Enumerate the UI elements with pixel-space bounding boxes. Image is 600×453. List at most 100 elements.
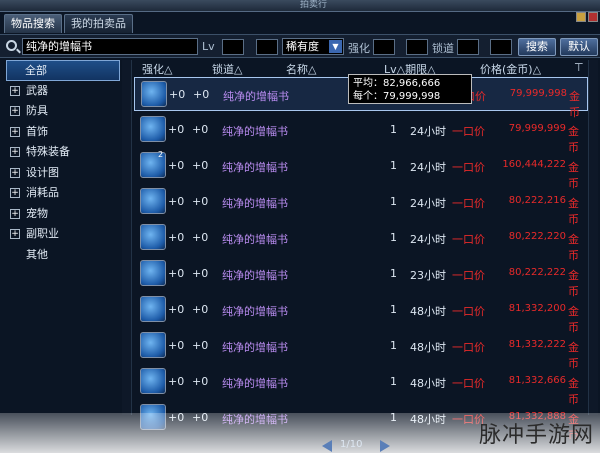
cell-lock: +0 [192,339,209,352]
cell-level: 1 [390,159,397,172]
table-row[interactable]: +0 +0 纯净的增幅书 1 23小时 一口价 80,222,222 金币 [134,257,588,298]
header-lock[interactable]: 锁道△ [212,61,242,77]
cell-level: 1 [390,339,397,352]
cell-lock: +0 [192,231,209,244]
table-row[interactable]: +0 +0 纯净的增幅书 1 48小时 一口价 81,332,222 金币 [134,329,588,370]
expand-icon[interactable]: + [10,188,20,198]
table-row[interactable]: +0 +0 纯净的增幅书 1 48小时 一口价 81,332,200 金币 [134,293,588,334]
cell-enhance: +0 [168,375,185,388]
rarity-dropdown[interactable]: 稀有度 ▼ [282,38,344,55]
cell-enhance: +0 [168,159,185,172]
sidebar-item-subjob[interactable]: + 副职业 [6,224,120,245]
book-icon[interactable] [140,188,166,214]
sidebar-item-label: 武器 [26,83,48,97]
sidebar-item-label: 防具 [26,104,48,117]
cell-price: 79,999,998 [509,88,567,99]
cell-time: 48小时 [410,305,446,318]
cell-time: 48小时 [410,377,446,390]
table-row[interactable]: +0 +0 纯净的增幅书 1 48小时 一口价 81,332,666 金币 [134,365,588,406]
enhance-label: 强化 [348,42,370,55]
book-icon[interactable] [140,368,166,394]
sidebar-item-jewelry[interactable]: + 首饰 [6,122,120,143]
sidebar-item-all[interactable]: 全部 [6,60,120,81]
book-icon[interactable] [140,224,166,250]
lock-min-input[interactable] [457,39,479,55]
tab-item-search[interactable]: 物品搜索 [4,14,62,33]
search-icon [6,40,17,51]
cell-price: 80,222,222 [508,267,566,278]
sidebar-item-label: 设计图 [26,165,59,179]
cell-time: 48小时 [410,341,446,354]
cell-enhance: +0 [168,303,185,316]
expand-icon[interactable]: + [10,147,20,157]
cell-time: 23小时 [410,269,446,282]
cell-lock: +0 [192,303,209,316]
sidebar-item-label: 首饰 [26,124,48,138]
expand-icon[interactable]: + [10,126,20,137]
expand-icon[interactable]: + [10,167,20,178]
cell-enhance: +0 [169,88,186,101]
minimize-icon[interactable] [576,12,586,22]
window-title: 拍卖行 [300,0,328,10]
cell-level: 1 [390,123,397,136]
pin-icon[interactable]: ⊤ [574,61,584,74]
enhance-min-input[interactable] [373,39,395,55]
cell-time: 24小时 [410,161,446,174]
cell-enhance: +0 [168,267,185,280]
sidebar-item-weapon[interactable]: + 武器 [6,81,120,102]
header-name[interactable]: 名称△ [286,61,316,77]
book-icon[interactable] [140,260,166,286]
sidebar-item-pet[interactable]: + 宠物 [6,204,120,225]
cell-price: 160,444,222 [502,159,566,170]
tab-my-auctions[interactable]: 我的拍卖品 [64,14,133,33]
cell-name: 纯净的增幅书 [222,269,288,282]
expand-icon[interactable]: + [10,85,20,96]
expand-icon[interactable]: + [10,229,20,239]
cell-name: 纯净的增幅书 [222,125,288,138]
table-row[interactable]: +0 +0 纯净的增幅书 1 24小时 一口价 80,222,220 金币 [134,221,588,262]
sidebar-item-blueprint[interactable]: + 设计图 [6,163,120,184]
lv-min-input[interactable] [222,39,244,55]
chevron-down-icon[interactable]: ▼ [329,40,342,53]
sidebar-item-label: 其他 [26,247,48,261]
lv-max-input[interactable] [256,39,278,55]
table-row[interactable]: 2 +0 +0 纯净的增幅书 1 24小时 一口价 160,444,222 金币 [134,149,588,190]
cell-level: 1 [390,375,397,388]
cell-time: 24小时 [410,233,446,246]
header-price[interactable]: 价格(金币)△ [480,61,541,77]
price-tooltip: 平均：82,966,666 每个：79,999,998 [348,74,472,104]
header-enhance[interactable]: 强化△ [142,61,172,77]
sidebar-item-armor[interactable]: + 防具 [6,101,120,122]
table-row[interactable]: +0 +0 纯净的增幅书 1 24小时 一口价 79,999,999 金币 [134,113,588,154]
sidebar-item-special[interactable]: + 特殊装备 [6,142,120,163]
cell-sale-type: 一口价 [452,341,485,354]
expand-icon[interactable]: + [10,208,20,219]
tooltip-each: 每个：79,999,998 [353,91,441,102]
search-input[interactable]: 纯净的增幅书 [22,38,198,55]
book-icon[interactable] [140,332,166,358]
sidebar-item-label: 特殊装备 [26,145,70,158]
search-bar: 纯净的增幅书 Lv 稀有度 ▼ 强化 锁道 搜索 默认 [0,34,600,58]
search-button[interactable]: 搜索 [518,38,556,56]
book-icon[interactable] [140,116,166,142]
expand-icon[interactable]: + [10,106,20,116]
default-button[interactable]: 默认 [560,38,598,56]
cell-name: 纯净的增幅书 [223,90,289,103]
right-scrollbar[interactable] [588,60,598,415]
cell-price: 80,222,220 [508,231,566,242]
book-icon[interactable] [140,296,166,322]
window-titlebar: 拍卖行 [0,0,600,12]
book-icon[interactable] [141,81,167,107]
cell-name: 纯净的增幅书 [222,305,288,318]
sidebar-item-other[interactable]: 其他 [6,245,120,266]
close-icon[interactable] [588,12,598,22]
enhance-max-input[interactable] [406,39,428,55]
lock-max-input[interactable] [490,39,512,55]
table-row[interactable]: +0 +0 纯净的增幅书 1 24小时 一口价 80,222,216 金币 [134,185,588,226]
cell-name: 纯净的增幅书 [222,233,288,246]
next-page-icon[interactable] [380,440,390,452]
prev-page-icon[interactable] [322,440,332,452]
stack-count: 2 [158,150,164,159]
cell-price: 81,332,222 [508,339,566,350]
sidebar-item-consumable[interactable]: + 消耗品 [6,183,120,204]
